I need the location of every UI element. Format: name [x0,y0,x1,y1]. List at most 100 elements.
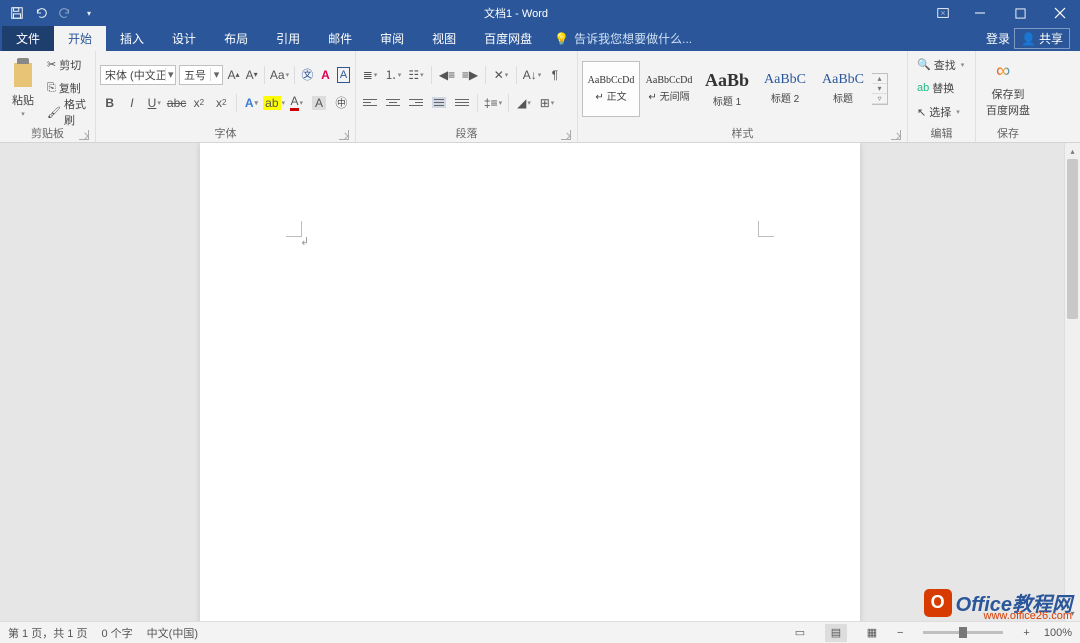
view-read-button[interactable]: ▭ [789,624,811,642]
tab-review[interactable]: 审阅 [366,26,418,51]
watermark: O Office教程网 www.office26.com [924,588,1072,617]
tab-references[interactable]: 引用 [262,26,314,51]
status-words[interactable]: 0 个字 [101,625,132,641]
bullets-button[interactable]: ≣ [360,65,380,85]
tab-view[interactable]: 视图 [418,26,470,51]
cursor-paragraph-mark: ↲ [300,235,309,248]
tab-insert[interactable]: 插入 [106,26,158,51]
styles-more-button[interactable]: ▴▾▿ [872,73,888,105]
select-button[interactable]: ↖选择▾ [914,101,969,123]
tab-home[interactable]: 开始 [54,26,106,51]
group-label-font: 字体 [215,125,237,141]
save-icon[interactable] [6,2,28,24]
grow-font-button[interactable]: A▴ [226,65,241,85]
style-nospace[interactable]: AaBbCcDd↵ 无间隔 [640,61,698,117]
align-right-button[interactable] [406,93,426,113]
styles-gallery[interactable]: AaBbCcDd↵ 正文 AaBbCcDd↵ 无间隔 AaBb标题 1 AaBb… [582,61,888,117]
zoom-in-button[interactable]: + [1023,627,1029,639]
baidu-cloud-icon [996,60,1020,84]
view-web-button[interactable]: ▦ [861,624,883,642]
document-area[interactable]: ↲ [0,143,1064,643]
find-button[interactable]: 🔍查找▾ [914,54,969,76]
align-distribute-button[interactable] [452,93,472,113]
tell-me-search[interactable]: 💡 告诉我您想要做什么... [554,30,692,47]
page-canvas[interactable]: ↲ [200,143,860,643]
tab-design[interactable]: 设计 [158,26,210,51]
style-normal[interactable]: AaBbCcDd↵ 正文 [582,61,640,117]
tell-me-placeholder: 告诉我您想要做什么... [574,30,692,47]
view-print-button[interactable]: ▤ [825,624,847,642]
strike-button[interactable]: abc [167,93,186,113]
borders-button[interactable]: ⊞ [537,93,557,113]
align-justify-button[interactable] [429,93,449,113]
undo-icon[interactable] [30,2,52,24]
underline-button[interactable]: U [145,93,164,113]
scroll-thumb[interactable] [1067,159,1078,319]
redo-icon[interactable] [54,2,76,24]
tab-file[interactable]: 文件 [2,26,54,51]
indent-inc-button[interactable]: ≡▶ [460,65,480,85]
status-page[interactable]: 第 1 页，共 1 页 [8,625,87,641]
change-case-button[interactable]: Aa [270,65,289,85]
sort-button[interactable]: A↓ [522,65,542,85]
minimize-button[interactable] [960,0,1000,26]
login-link[interactable]: 登录 [986,30,1010,47]
tab-layout[interactable]: 布局 [210,26,262,51]
window-controls [960,0,1080,26]
superscript-button[interactable]: x2 [212,93,231,113]
ribbon-display-icon[interactable] [926,0,960,26]
status-language[interactable]: 中文(中国) [147,625,198,641]
font-size-combo[interactable]: 五号▾ [179,65,223,85]
font-name-combo[interactable]: 宋体 (中文正文▾ [100,65,176,85]
clear-format-button[interactable]: A [318,65,333,85]
save-baidu-button[interactable]: 保存到 百度网盘 [980,53,1036,124]
zoom-out-button[interactable]: − [897,627,903,639]
maximize-button[interactable] [1000,0,1040,26]
font-dialog-launcher[interactable] [339,130,349,140]
paragraph-dialog-launcher[interactable] [561,130,571,140]
cut-button[interactable]: ✂剪切 [44,54,89,76]
scroll-up-button[interactable]: ▴ [1065,143,1080,159]
format-painter-button[interactable]: 🖌格式刷 [44,101,89,123]
paste-button[interactable]: 粘贴 ▾ [4,53,42,124]
quick-access-toolbar: ▾ [0,2,106,24]
group-editing: 🔍查找▾ ab替换 ↖选择▾ 编辑 [908,51,976,142]
clipboard-dialog-launcher[interactable] [79,130,89,140]
numbering-button[interactable]: ⒈ [383,65,403,85]
line-spacing-button[interactable]: ‡≡ [483,93,503,113]
highlight-button[interactable]: ab [264,93,284,113]
char-border-button[interactable]: A [336,65,351,85]
style-title[interactable]: AaBbC标题 [814,61,872,117]
align-left-button[interactable] [360,93,380,113]
indent-dec-button[interactable]: ◀≡ [437,65,457,85]
phonetic-button[interactable]: ㉆ [300,65,315,85]
zoom-level[interactable]: 100% [1044,627,1072,639]
bold-button[interactable]: B [100,93,119,113]
share-button[interactable]: 👤共享 [1014,28,1070,49]
close-button[interactable] [1040,0,1080,26]
align-center-button[interactable] [383,93,403,113]
zoom-slider[interactable] [923,631,1003,634]
shading-button[interactable]: ◢ [514,93,534,113]
multilevel-button[interactable]: ☷ [406,65,426,85]
show-marks-button[interactable]: ¶ [545,65,565,85]
subscript-button[interactable]: x2 [189,93,208,113]
status-bar: 第 1 页，共 1 页 0 个字 中文(中国) ▭ ▤ ▦ − + 100% [0,621,1080,643]
asian-layout-button[interactable]: ✕ [491,65,511,85]
shrink-font-button[interactable]: A▾ [244,65,259,85]
replace-button[interactable]: ab替换 [914,77,969,99]
font-color-button[interactable]: A [287,93,306,113]
style-h1[interactable]: AaBb标题 1 [698,61,756,117]
group-styles: AaBbCcDd↵ 正文 AaBbCcDd↵ 无间隔 AaBb标题 1 AaBb… [578,51,908,142]
group-label-paragraph: 段落 [456,125,478,141]
style-h2[interactable]: AaBbC标题 2 [756,61,814,117]
styles-dialog-launcher[interactable] [891,130,901,140]
italic-button[interactable]: I [122,93,141,113]
enclose-char-button[interactable]: ㊥ [332,93,351,113]
tab-mailings[interactable]: 邮件 [314,26,366,51]
vertical-scrollbar[interactable]: ▴ ▾ [1064,143,1080,621]
char-shading-button[interactable]: A [309,93,328,113]
text-effects-button[interactable]: A [242,93,261,113]
qat-more-icon[interactable]: ▾ [78,2,100,24]
tab-baidu[interactable]: 百度网盘 [470,26,546,51]
